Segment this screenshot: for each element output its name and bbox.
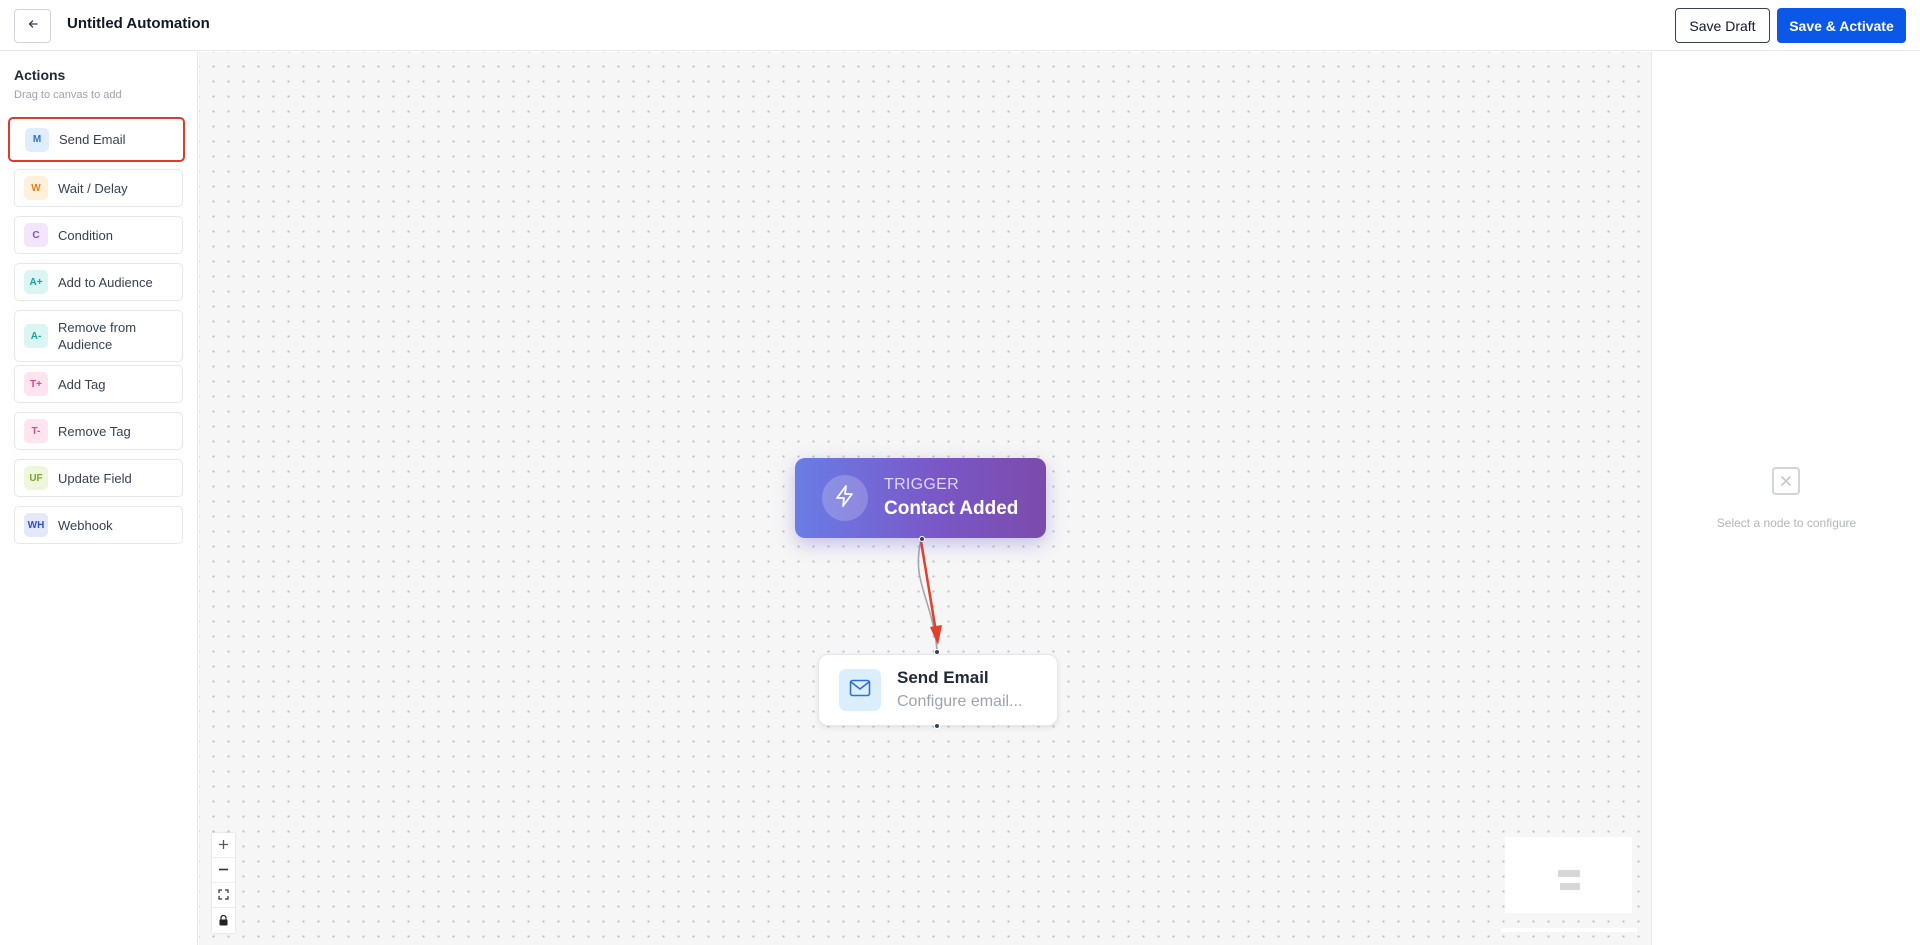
action-label: Webhook xyxy=(58,517,113,533)
page-title: Untitled Automation xyxy=(67,15,210,32)
action-item-add-tag[interactable]: T+ Add Tag xyxy=(14,365,183,403)
envelope-icon-box xyxy=(839,669,881,711)
send-email-icon: M xyxy=(25,127,49,152)
minimap-action-node xyxy=(1560,883,1580,890)
top-bar: Untitled Automation Save Draft Save & Ac… xyxy=(0,0,1920,51)
action-label: Add Tag xyxy=(58,376,106,392)
lock-button[interactable] xyxy=(212,908,235,933)
action-label: Condition xyxy=(58,227,113,243)
action-label: Remove from Audience xyxy=(58,320,137,352)
send-email-node-title: Send Email xyxy=(897,668,989,687)
zoom-in-icon xyxy=(218,837,229,853)
action-item-send-email[interactable]: M Send Email xyxy=(8,117,185,162)
condition-icon: C xyxy=(24,223,48,247)
back-button[interactable] xyxy=(14,9,51,43)
trigger-output-handle[interactable] xyxy=(919,536,925,542)
config-panel: Select a node to configure xyxy=(1651,52,1920,945)
empty-state-text: Select a node to configure xyxy=(1716,516,1857,530)
minimap-trigger-node xyxy=(1558,870,1580,877)
action-label: Wait / Delay xyxy=(58,180,128,196)
save-activate-button[interactable]: Save & Activate xyxy=(1777,8,1906,43)
action-item-webhook[interactable]: WH Webhook xyxy=(14,506,183,544)
annotation-arrow-line xyxy=(919,539,938,634)
trigger-kicker: TRIGGER xyxy=(884,476,959,493)
sidebar-title: Actions xyxy=(14,67,66,83)
close-box-icon xyxy=(1772,467,1800,495)
action-label: Add to Audience xyxy=(58,274,153,290)
add-to-audience-icon: A+ xyxy=(24,270,48,294)
send-email-node[interactable]: Send Email Configure email... xyxy=(818,654,1058,726)
flow-canvas[interactable]: TRIGGER Contact Added Send Email Configu… xyxy=(199,52,1651,945)
actions-sidebar: Actions Drag to canvas to add M Send Ema… xyxy=(0,52,198,945)
webhook-icon: WH xyxy=(24,513,48,537)
wait-delay-icon: W xyxy=(24,176,48,200)
remove-tag-icon: T- xyxy=(24,419,48,443)
lock-icon xyxy=(219,913,228,929)
zoom-out-button[interactable] xyxy=(212,858,235,883)
action-label: Remove Tag xyxy=(58,423,131,439)
action-item-remove-tag[interactable]: T- Remove Tag xyxy=(14,412,183,450)
send-email-node-subtitle: Configure email... xyxy=(897,693,1023,710)
fit-view-icon xyxy=(218,887,229,903)
action-label: Send Email xyxy=(59,132,126,147)
action-item-wait-delay[interactable]: W Wait / Delay xyxy=(14,169,183,207)
add-tag-icon: T+ xyxy=(24,372,48,396)
fit-view-button[interactable] xyxy=(212,883,235,908)
sidebar-subtitle: Drag to canvas to add xyxy=(14,89,122,101)
envelope-icon xyxy=(849,679,871,702)
action-item-remove-from-audience[interactable]: A- Remove from Audience xyxy=(14,310,183,362)
trigger-node[interactable]: TRIGGER Contact Added xyxy=(795,458,1046,538)
trigger-icon-circle xyxy=(822,475,868,521)
arrow-left-icon xyxy=(27,17,39,35)
lightning-bolt-icon xyxy=(833,484,857,513)
zoom-controls xyxy=(212,833,235,933)
send-email-output-handle[interactable] xyxy=(934,723,940,729)
zoom-out-icon xyxy=(218,862,229,878)
minimap-frame xyxy=(1501,928,1637,932)
zoom-in-button[interactable] xyxy=(212,833,235,858)
action-label: Update Field xyxy=(58,470,132,486)
action-item-update-field[interactable]: UF Update Field xyxy=(14,459,183,497)
update-field-icon: UF xyxy=(24,466,48,490)
trigger-title: Contact Added xyxy=(884,498,1019,519)
remove-from-audience-icon: A- xyxy=(24,324,48,348)
minimap[interactable] xyxy=(1505,837,1632,913)
action-item-add-to-audience[interactable]: A+ Add to Audience xyxy=(14,263,183,301)
save-draft-button[interactable]: Save Draft xyxy=(1675,8,1770,43)
action-item-condition[interactable]: C Condition xyxy=(14,216,183,254)
